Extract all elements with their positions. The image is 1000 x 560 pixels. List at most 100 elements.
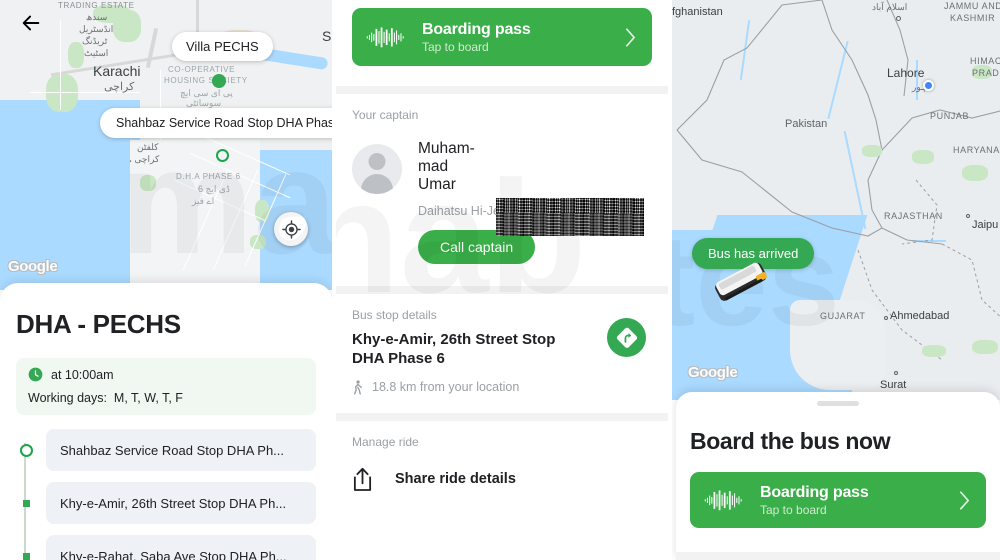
license-plate-redacted: [496, 198, 644, 236]
map-label: Surat: [880, 379, 907, 391]
drag-handle[interactable]: [817, 401, 859, 406]
boarding-pass-subtitle: Tap to board: [422, 39, 489, 54]
section-divider: [336, 286, 668, 295]
manage-ride-block: Manage ride Share ride details: [336, 421, 668, 492]
map-label: اسٹیٹ: [84, 48, 109, 58]
navigate-directions-icon: [616, 327, 637, 348]
waveform-barcode-icon: [366, 27, 404, 48]
boarding-pass-card[interactable]: Boarding pass Tap to board: [352, 8, 652, 66]
schedule-box: at 10:00am Working days: M, T, W, T, F: [16, 358, 316, 415]
map-label: S: [322, 28, 332, 44]
boarding-pass-title: Boarding pass: [760, 483, 869, 501]
map-label: 6 ڈی ایچ: [198, 184, 230, 194]
google-watermark: Google: [8, 258, 58, 275]
person-avatar-icon: [368, 153, 386, 170]
map-label: PRADE: [972, 68, 1000, 78]
map-label: RAJASTHAN: [884, 211, 943, 221]
manage-section-label: Manage ride: [352, 434, 419, 449]
map-bubble-stop[interactable]: Shahbaz Service Road Stop DHA Phase: [100, 108, 332, 138]
walking-person-icon: [354, 380, 362, 395]
status-badge-label: Bus has arrived: [708, 246, 799, 261]
map-bubble-stop-label: Shahbaz Service Road Stop DHA Phase: [116, 116, 332, 130]
panel-bus-arrived: fghanistan اسلام آباد JAMMU AND KASHMIR …: [672, 0, 1000, 560]
section-divider: [336, 412, 668, 421]
bus-stop-distance: 18.8 km from your location: [372, 380, 520, 395]
map-label: کراچی: [104, 81, 135, 93]
map-label: کلفٹن: [137, 142, 159, 152]
map-label: ٹریڈنگ: [82, 36, 108, 46]
captain-name: Muham- mad Umar: [418, 140, 475, 194]
captain-block: Muham- mad Umar Daihatsu Hi-Jet Call cap…: [336, 122, 668, 265]
stop-name[interactable]: Shahbaz Service Road Stop DHA Ph...: [46, 429, 316, 471]
screenshot-root: TRADING ESTATE سندھ انڈسٹریل ٹریڈنگ اسٹی…: [0, 0, 1000, 560]
villa-pechs-marker[interactable]: [212, 74, 226, 88]
working-days-value: M, T, W, T, F: [113, 391, 183, 405]
departure-time: at 10:00am: [51, 367, 114, 382]
list-item[interactable]: Khy-e-Rahat, Saba Ave Stop DHA Ph...: [22, 535, 316, 560]
working-days-label: Working days:: [28, 391, 107, 405]
map-label: fghanistan: [672, 6, 723, 18]
board-now-sheet: Board the bus now Boarding pass Tap to b…: [676, 392, 1000, 560]
boarding-pass-title: Boarding pass: [422, 20, 531, 38]
pakistan-region-map[interactable]: fghanistan اسلام آباد JAMMU AND KASHMIR …: [672, 0, 1000, 400]
map-label: اسلام آباد: [872, 2, 908, 12]
chevron-right-icon: [960, 490, 969, 510]
waveform-barcode-icon: [704, 490, 742, 511]
chevron-right-icon: [626, 27, 635, 47]
list-item[interactable]: Khy-e-Amir, 26th Street Stop DHA Ph...: [22, 482, 316, 524]
map-label: JAMMU AND: [944, 1, 1000, 11]
share-ride-details-label: Share ride details: [395, 471, 516, 488]
karachi-map[interactable]: TRADING ESTATE سندھ انڈسٹریل ٹریڈنگ اسٹی…: [0, 0, 332, 290]
boarding-pass-card[interactable]: Boarding pass Tap to board: [690, 472, 986, 528]
map-label: TRADING ESTATE: [58, 1, 135, 10]
map-label: اے فیز: [192, 196, 215, 206]
map-label: سندھ: [86, 12, 108, 22]
stop-name[interactable]: Khy-e-Amir, 26th Street Stop DHA Ph...: [46, 482, 316, 524]
map-label: KASHMIR: [950, 13, 996, 23]
map-borders: [676, 0, 1000, 361]
stop-name[interactable]: Khy-e-Rahat, Saba Ave Stop DHA Ph...: [46, 535, 316, 560]
panel-route-overview: TRADING ESTATE سندھ انڈسٹریل ٹریڈنگ اسٹی…: [0, 0, 332, 560]
boarding-pass-subtitle: Tap to board: [760, 502, 827, 517]
bus-stop-details-block: Bus stop details Khy-e-Amir, 26th Street…: [336, 294, 668, 395]
map-bubble-villa[interactable]: Villa PECHS: [172, 32, 273, 61]
page-title: DHA - PECHS: [16, 309, 181, 339]
clock-icon: [28, 367, 43, 382]
map-label: GUJARAT: [820, 311, 866, 321]
map-label: PUNJAB: [930, 111, 970, 121]
panel-ride-details: nab: [336, 0, 668, 560]
map-label: Ahmedabad: [890, 310, 950, 322]
stop-marker-square: [20, 552, 30, 560]
dha-phase6-stop-marker[interactable]: [216, 149, 229, 162]
navigate-button[interactable]: [607, 318, 646, 358]
my-location-icon: [281, 219, 301, 239]
map-label: CO-OPERATIVE: [168, 65, 236, 74]
map-label-pakistan: Pakistan: [785, 118, 828, 130]
map-label-lahore: Lahore: [887, 66, 925, 80]
stop-marker-square: [20, 499, 30, 507]
share-upload-icon: [353, 467, 372, 491]
bus-vehicle-icon: [715, 262, 768, 301]
bus-stop-name: Khy-e-Amir, 26th Street Stop DHA Phase 6: [352, 331, 556, 368]
my-location-button[interactable]: [274, 212, 308, 246]
bus-stop-section-label: Bus stop details: [352, 308, 437, 323]
board-now-title: Board the bus now: [690, 428, 891, 454]
back-button[interactable]: [16, 8, 46, 38]
map-label-karachi: Karachi: [93, 63, 141, 79]
avatar: [352, 144, 402, 194]
section-divider: [676, 552, 1000, 560]
section-divider: [336, 86, 668, 94]
map-label: D.H.A PHASE 6: [176, 172, 241, 181]
map-label: HARYANA: [953, 145, 1000, 155]
map-label: Jaipu: [972, 219, 999, 231]
map-label: ، کراچی: [129, 154, 160, 164]
captain-section-label: Your captain: [352, 108, 419, 122]
share-ride-details-row[interactable]: Share ride details: [352, 467, 652, 492]
list-item[interactable]: Shahbaz Service Road Stop DHA Ph...: [19, 429, 316, 471]
map-label: HOUSING SOCIETY: [164, 76, 248, 85]
route-detail-sheet: DHA - PECHS at 10:00am Working days: M, …: [0, 283, 332, 560]
map-label: HIMAC: [970, 56, 1000, 66]
stop-marker-ring: [19, 443, 33, 457]
stops-list: Shahbaz Service Road Stop DHA Ph... Khy-…: [16, 429, 316, 560]
map-label: انڈسٹریل: [79, 24, 114, 34]
